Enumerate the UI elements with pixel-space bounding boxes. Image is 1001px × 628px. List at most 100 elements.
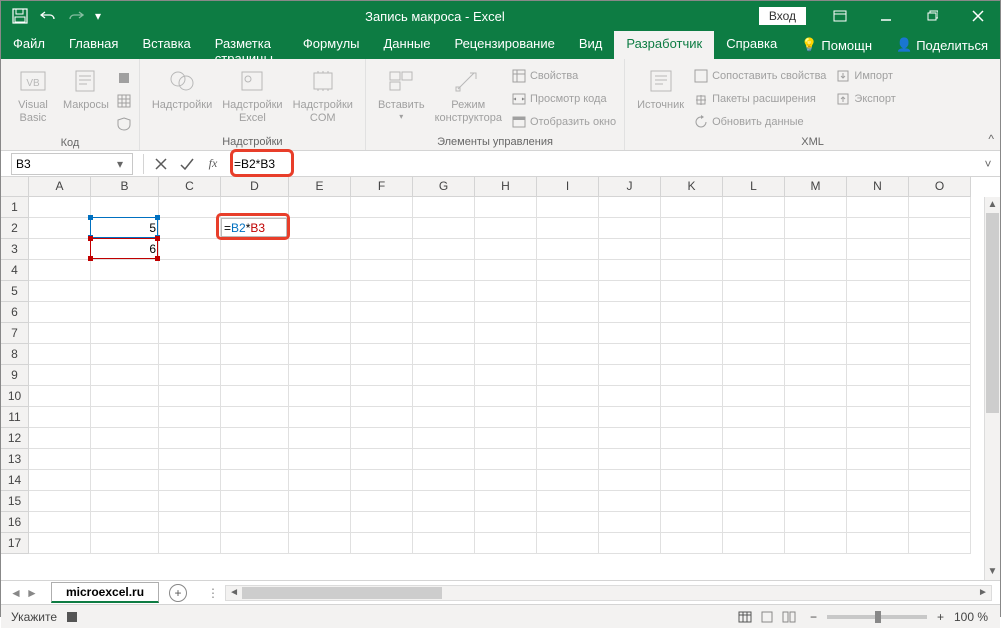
cell[interactable] xyxy=(847,281,909,302)
column-header[interactable]: F xyxy=(351,177,413,197)
cell[interactable] xyxy=(29,239,91,260)
xml-import-button[interactable]: Импорт xyxy=(836,65,895,87)
cell[interactable] xyxy=(847,407,909,428)
cell[interactable] xyxy=(661,470,723,491)
cell[interactable] xyxy=(847,260,909,281)
login-button[interactable]: Вход xyxy=(759,7,806,25)
cells[interactable]: 56 xyxy=(29,197,971,554)
cell[interactable] xyxy=(29,428,91,449)
cell[interactable] xyxy=(351,218,413,239)
cell[interactable] xyxy=(159,533,221,554)
collapse-ribbon-icon[interactable]: ^ xyxy=(988,132,994,146)
cell[interactable] xyxy=(661,260,723,281)
cell[interactable] xyxy=(785,533,847,554)
cell[interactable] xyxy=(351,470,413,491)
tab-file[interactable]: Файл xyxy=(1,31,57,59)
cell[interactable] xyxy=(413,218,475,239)
tab-formulas[interactable]: Формулы xyxy=(291,31,372,59)
cell[interactable] xyxy=(351,302,413,323)
cell[interactable] xyxy=(723,197,785,218)
cell[interactable] xyxy=(785,407,847,428)
cell[interactable] xyxy=(289,470,351,491)
row-header[interactable]: 14 xyxy=(1,470,29,491)
cell[interactable] xyxy=(785,470,847,491)
cell[interactable] xyxy=(413,449,475,470)
cell[interactable] xyxy=(723,386,785,407)
cell[interactable] xyxy=(159,218,221,239)
cell[interactable] xyxy=(351,197,413,218)
cell[interactable] xyxy=(289,512,351,533)
cell[interactable] xyxy=(537,260,599,281)
cell[interactable] xyxy=(537,449,599,470)
cell[interactable] xyxy=(909,260,971,281)
cell[interactable] xyxy=(661,491,723,512)
share-button[interactable]: 👤Поделиться xyxy=(884,31,1000,59)
cell[interactable] xyxy=(221,344,289,365)
cell[interactable] xyxy=(475,386,537,407)
cell[interactable] xyxy=(599,323,661,344)
cell[interactable] xyxy=(599,239,661,260)
cell[interactable] xyxy=(661,407,723,428)
cell[interactable] xyxy=(661,239,723,260)
column-header[interactable]: D xyxy=(221,177,289,197)
cell[interactable] xyxy=(29,197,91,218)
cell[interactable] xyxy=(413,365,475,386)
cell[interactable] xyxy=(909,386,971,407)
cell[interactable] xyxy=(537,281,599,302)
column-header[interactable]: M xyxy=(785,177,847,197)
vertical-scrollbar[interactable]: ▲ ▼ xyxy=(984,197,1000,580)
cell[interactable] xyxy=(847,491,909,512)
cell[interactable] xyxy=(289,428,351,449)
scroll-down-icon[interactable]: ▼ xyxy=(985,564,1000,580)
cell[interactable] xyxy=(351,239,413,260)
row-header[interactable]: 10 xyxy=(1,386,29,407)
cell[interactable] xyxy=(91,533,159,554)
tab-home[interactable]: Главная xyxy=(57,31,130,59)
cell[interactable] xyxy=(847,449,909,470)
cell[interactable] xyxy=(723,239,785,260)
cell[interactable] xyxy=(413,470,475,491)
column-header[interactable]: K xyxy=(661,177,723,197)
cell[interactable] xyxy=(785,386,847,407)
cell[interactable] xyxy=(909,281,971,302)
cell[interactable] xyxy=(159,512,221,533)
cell[interactable] xyxy=(413,281,475,302)
cell[interactable] xyxy=(289,449,351,470)
cell[interactable] xyxy=(475,281,537,302)
cell[interactable] xyxy=(599,470,661,491)
cell[interactable] xyxy=(91,428,159,449)
column-header[interactable]: A xyxy=(29,177,91,197)
cell[interactable] xyxy=(723,407,785,428)
cell[interactable] xyxy=(351,281,413,302)
cell[interactable] xyxy=(413,533,475,554)
cell[interactable] xyxy=(909,491,971,512)
new-sheet-button[interactable]: + xyxy=(169,584,187,602)
cell[interactable] xyxy=(159,428,221,449)
cell[interactable] xyxy=(91,197,159,218)
row-header[interactable]: 16 xyxy=(1,512,29,533)
cell[interactable] xyxy=(289,281,351,302)
cell[interactable] xyxy=(599,302,661,323)
cell[interactable] xyxy=(785,239,847,260)
cell[interactable] xyxy=(661,302,723,323)
cell[interactable] xyxy=(221,260,289,281)
cell[interactable] xyxy=(351,428,413,449)
cell[interactable] xyxy=(537,533,599,554)
cell[interactable] xyxy=(847,386,909,407)
editing-cell[interactable]: =B2*B3 xyxy=(221,218,287,237)
xml-source-button[interactable]: Источник xyxy=(633,63,688,133)
horizontal-scrollbar[interactable]: ◄ ► xyxy=(225,585,992,601)
xml-map-properties-button[interactable]: Сопоставить свойства xyxy=(694,65,826,87)
sheet-nav-prev-icon[interactable]: ◄ xyxy=(9,586,23,600)
cell[interactable] xyxy=(159,302,221,323)
cell[interactable] xyxy=(159,260,221,281)
cell[interactable] xyxy=(289,197,351,218)
chevron-down-icon[interactable]: ▾ xyxy=(112,157,128,171)
cell[interactable] xyxy=(221,281,289,302)
relative-references-button[interactable] xyxy=(117,90,131,112)
cell[interactable] xyxy=(159,449,221,470)
restore-icon[interactable] xyxy=(910,1,954,31)
column-header[interactable]: E xyxy=(289,177,351,197)
visual-basic-button[interactable]: VBVisual Basic xyxy=(9,63,57,135)
cell[interactable] xyxy=(537,428,599,449)
